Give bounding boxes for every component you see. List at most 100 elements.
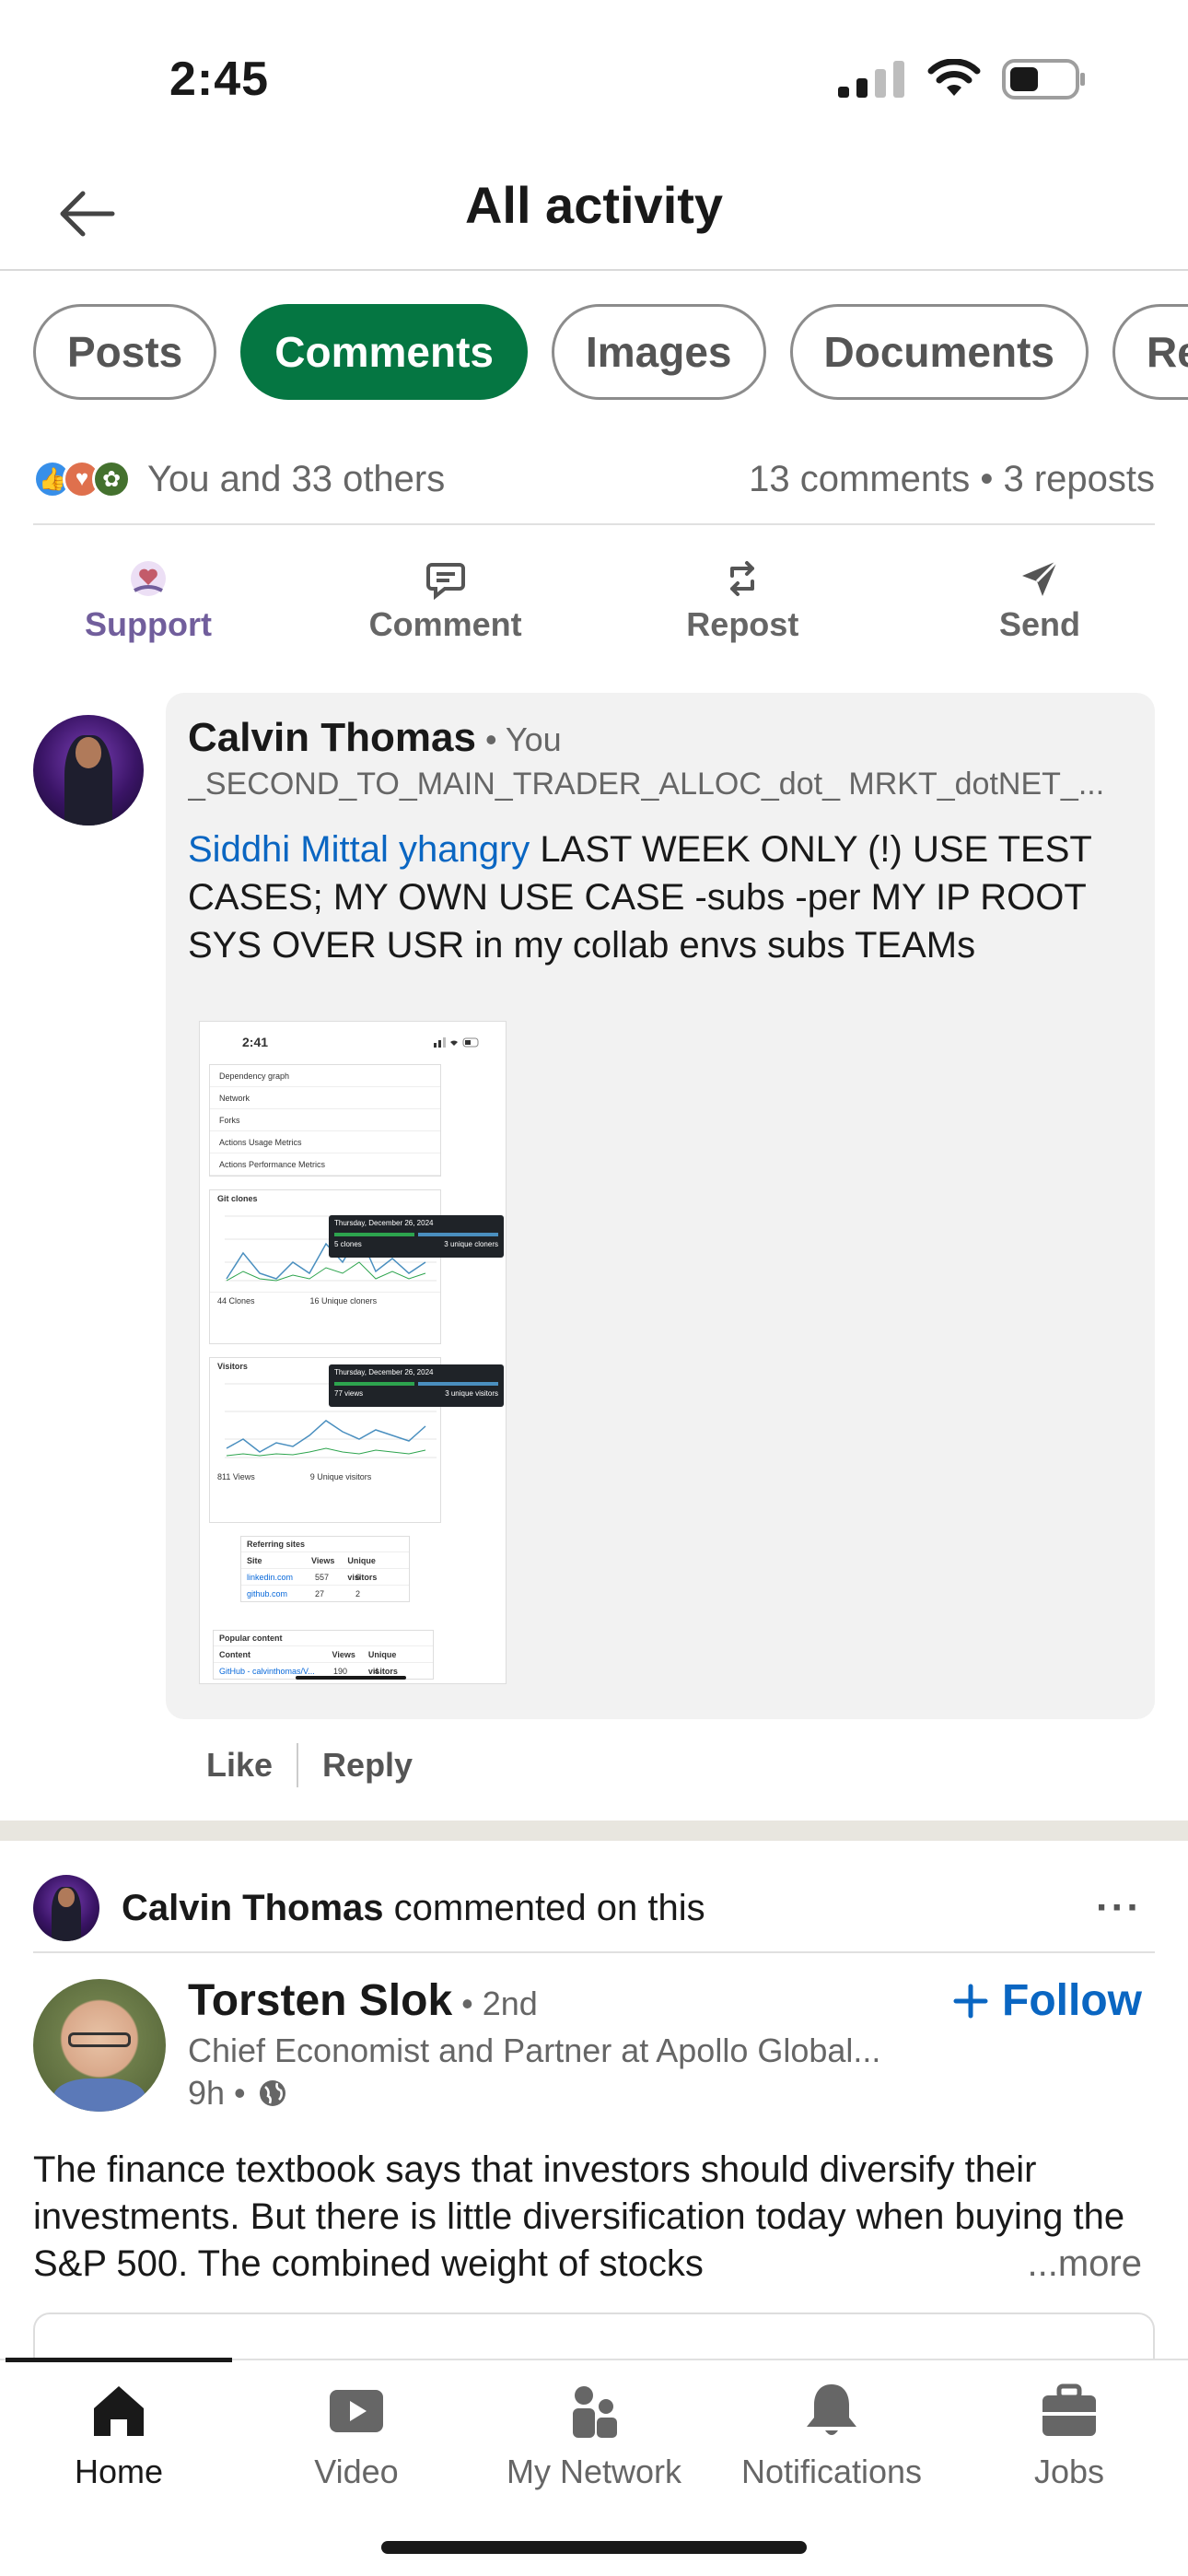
header-bar: All activity — [0, 147, 1188, 271]
tab-video[interactable]: Video — [238, 2379, 475, 2491]
filter-chips: Posts Comments Images Documents Re — [33, 304, 1188, 400]
reaction-icons[interactable]: 👍 ♥ ✿ — [33, 460, 131, 498]
comment-author-relation: • You — [484, 720, 562, 758]
chip-documents[interactable]: Documents — [789, 304, 1089, 400]
post-context: Calvin Thomas commented on this ··· — [33, 1865, 1155, 1953]
tab-jobs-label: Jobs — [1033, 2453, 1105, 2490]
embedded-table-row: github.com 27 2 — [241, 1585, 409, 1601]
repost-button[interactable]: Repost — [627, 557, 857, 644]
support-reaction-icon: ✿ — [92, 460, 131, 498]
post-text: The finance textbook says that investors… — [33, 2147, 1155, 2288]
support-label: Support — [85, 605, 212, 643]
social-counts: 👍 ♥ ✿ You and 33 others 13 comments • 3 … — [33, 451, 1155, 525]
wifi-icon — [927, 59, 981, 96]
comment-icon — [425, 563, 465, 600]
embedded-popular-title: Popular content — [219, 1633, 283, 1643]
divider — [297, 1743, 299, 1787]
embedded-git-clones-title: Git clones — [217, 1194, 258, 1203]
send-icon — [1021, 559, 1059, 596]
video-icon — [330, 2390, 383, 2432]
embedded-tooltip-value: 3 unique visitors — [445, 1389, 498, 1398]
status-time: 2:45 — [169, 53, 270, 106]
embedded-visitors-total: 811 Views — [217, 1472, 255, 1481]
comment-button[interactable]: Comment — [331, 557, 561, 644]
embedded-git-clones-unique: 16 Unique cloners — [309, 1296, 378, 1306]
tab-home-label: Home — [74, 2453, 164, 2490]
embedded-referring-title: Referring sites — [247, 1540, 306, 1549]
active-tab-indicator — [6, 2358, 232, 2362]
comment-mention-link[interactable]: Siddhi Mittal yhangry — [188, 829, 530, 870]
post-context-text: Calvin Thomas commented on this — [122, 1888, 705, 1929]
follow-button[interactable]: Follow — [952, 1975, 1142, 2026]
embedded-table-header: Content Views Unique visitors — [214, 1645, 433, 1676]
comment-image[interactable]: 2:41 Dependency graph Network Forks Acti… — [199, 1021, 507, 1684]
reply-comment-button[interactable]: Reply — [322, 1746, 413, 1785]
embedded-tooltip-date: Thursday, December 26, 2024 — [334, 1368, 434, 1376]
embedded-popular-content: Popular content Content Views Unique vis… — [213, 1630, 434, 1680]
context-name[interactable]: Calvin Thomas — [122, 1888, 384, 1928]
embedded-tooltip-value: 3 unique cloners — [444, 1240, 498, 1248]
send-button[interactable]: Send — [925, 557, 1155, 644]
embedded-menu: Dependency graph Network Forks Actions U… — [209, 1064, 441, 1177]
embedded-referring-sites: Referring sites Site Views Unique visito… — [240, 1536, 410, 1602]
post-meta: 9h • — [188, 2074, 1155, 2113]
embedded-git-clones-total: 44 Clones — [217, 1296, 255, 1306]
context-avatar[interactable] — [33, 1875, 99, 1941]
comment-author[interactable]: Calvin Thomas • You — [188, 715, 562, 761]
commenter-avatar[interactable] — [33, 715, 144, 825]
tab-notifications[interactable]: Notifications — [713, 2379, 950, 2491]
reactions-text[interactable]: You and 33 others — [147, 459, 445, 500]
comment-author-name[interactable]: Calvin Thomas — [188, 715, 476, 760]
briefcase-icon — [1042, 2383, 1096, 2436]
embedded-git-clones-card: Git clones 44 Clones 16 Unique cloners — [209, 1189, 441, 1344]
embedded-table-row: linkedin.com 557 6 — [241, 1568, 409, 1585]
comment-text: Siddhi Mittal yhangry LAST WEEK ONLY (!)… — [188, 825, 1136, 969]
section-divider — [0, 1821, 1188, 1841]
post-author-name[interactable]: Torsten Slok — [188, 1976, 452, 2025]
chip-images[interactable]: Images — [551, 304, 766, 400]
follow-label: Follow — [1002, 1976, 1142, 2025]
bell-icon — [807, 2384, 856, 2435]
tab-my-network[interactable]: My Network — [475, 2379, 713, 2491]
support-button[interactable]: Support — [33, 557, 263, 644]
comment-bubble: Calvin Thomas • You _SECOND_TO_MAIN_TRADE… — [166, 693, 1155, 1719]
embedded-menu-item: Forks — [210, 1109, 440, 1131]
post-author-avatar[interactable] — [33, 1979, 166, 2112]
more-options-icon[interactable]: ··· — [1096, 1885, 1142, 1931]
connection-degree: • 2nd — [461, 1985, 538, 2022]
embedded-git-clones-tooltip: Thursday, December 26, 2024 5 clones 3 u… — [329, 1215, 504, 1258]
post-time: 9h • — [188, 2074, 246, 2112]
comment-actions: Like Reply — [206, 1743, 413, 1787]
embedded-time: 2:41 — [242, 1035, 269, 1049]
tab-home[interactable]: Home — [0, 2379, 238, 2491]
tab-notifications-label: Notifications — [740, 2453, 923, 2490]
context-action: commented on this — [383, 1887, 705, 1928]
chip-posts[interactable]: Posts — [33, 304, 217, 400]
battery-icon — [1002, 59, 1085, 100]
embedded-menu-item: Network — [210, 1087, 440, 1109]
page-title: All activity — [464, 176, 724, 234]
home-indicator — [381, 2541, 807, 2554]
send-label: Send — [998, 605, 1080, 643]
chip-comments[interactable]: Comments — [240, 304, 528, 400]
tab-my-network-label: My Network — [506, 2453, 682, 2490]
see-more-link[interactable]: ...more — [1008, 2241, 1142, 2288]
comment-label: Comment — [368, 605, 522, 643]
embedded-menu-item: Actions Performance Metrics — [210, 1153, 440, 1176]
tab-video-label: Video — [314, 2453, 399, 2490]
signal-icon — [838, 61, 904, 98]
chip-reposts[interactable]: Re — [1112, 304, 1188, 400]
embedded-visitors-unique: 9 Unique visitors — [309, 1472, 372, 1481]
embedded-tooltip-value: 5 clones — [334, 1240, 362, 1248]
like-comment-button[interactable]: Like — [206, 1746, 273, 1785]
tab-jobs[interactable]: Jobs — [950, 2379, 1188, 2491]
embedded-tooltip-date: Thursday, December 26, 2024 — [334, 1219, 434, 1227]
post-actions: Support Comment Repost Send — [33, 557, 1155, 644]
comments-reposts-count[interactable]: 13 comments • 3 reposts — [749, 459, 1155, 500]
repost-icon — [730, 561, 755, 596]
network-icon — [573, 2386, 617, 2438]
comment-author-headline: _SECOND_TO_MAIN_TRADER_ALLOC_dot_ MRKT_d… — [188, 767, 1105, 802]
embedded-tooltip-value: 77 views — [334, 1389, 364, 1398]
home-icon — [94, 2386, 144, 2436]
support-icon — [131, 561, 166, 596]
